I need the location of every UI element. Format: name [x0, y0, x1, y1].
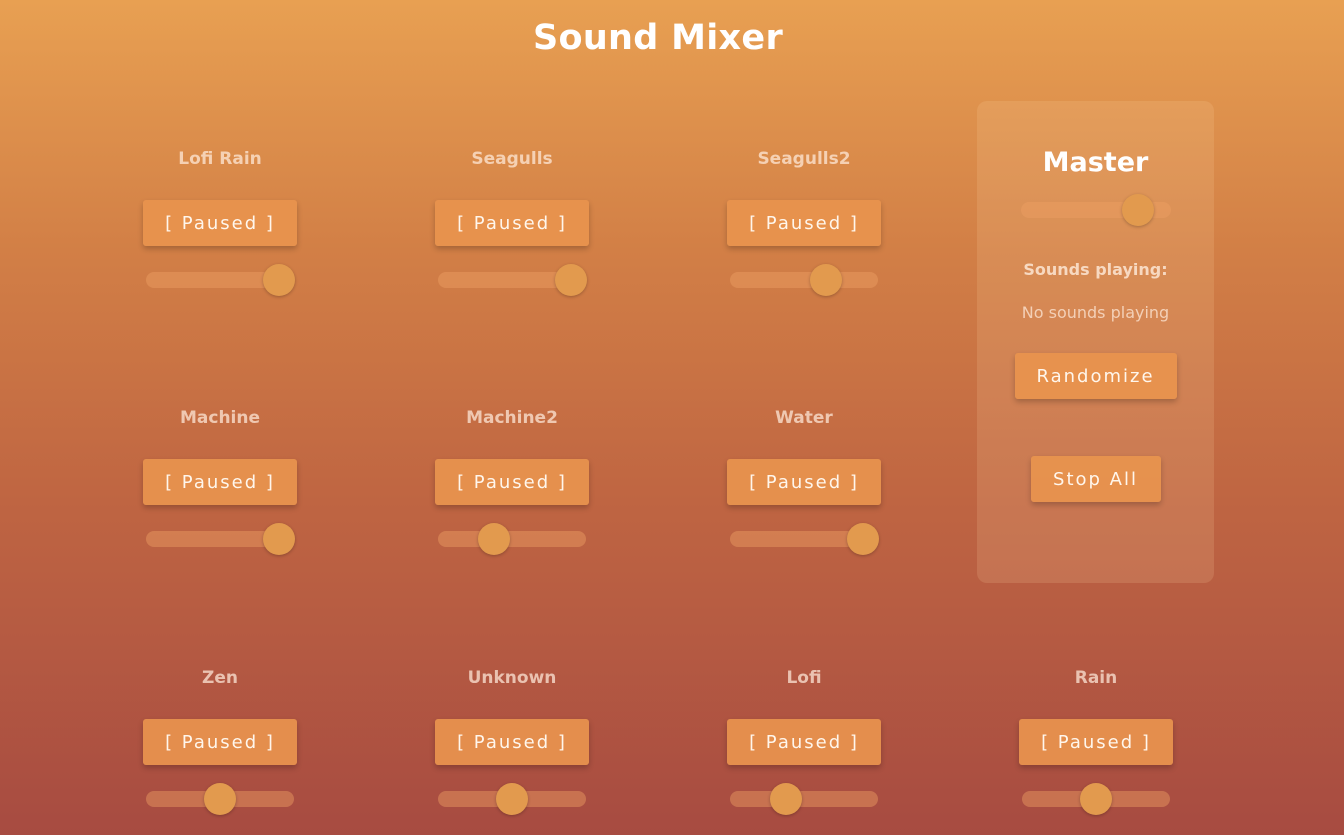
channel-label: Seagulls2	[757, 149, 851, 169]
play-toggle-button[interactable]: [ Paused ]	[143, 719, 297, 765]
page-title: Sound Mixer	[532, 18, 784, 58]
slider-thumb[interactable]	[478, 523, 511, 555]
channel-seagulls2: Seagulls2 [ Paused ]	[689, 148, 919, 296]
volume-slider[interactable]	[438, 783, 586, 815]
play-toggle-button[interactable]: [ Paused ]	[727, 719, 881, 765]
slider-thumb[interactable]	[263, 264, 296, 296]
volume-slider[interactable]	[438, 264, 588, 296]
randomize-button[interactable]: Randomize	[1014, 353, 1177, 399]
volume-slider[interactable]	[146, 264, 296, 296]
play-toggle-button[interactable]: [ Paused ]	[727, 459, 881, 505]
slider-thumb[interactable]	[810, 264, 843, 296]
channel-machine2: Machine2 [ Paused ]	[397, 407, 627, 555]
play-toggle-button[interactable]: [ Paused ]	[435, 719, 589, 765]
slider-thumb[interactable]	[263, 523, 296, 555]
channel-label: Lofi Rain	[178, 149, 262, 169]
play-toggle-button[interactable]: [ Paused ]	[1019, 719, 1173, 765]
volume-slider[interactable]	[730, 783, 878, 815]
slider-thumb[interactable]	[555, 264, 588, 296]
sounds-playing-value: No sounds playing	[1021, 303, 1170, 322]
volume-slider[interactable]	[730, 264, 878, 296]
channel-machine: Machine [ Paused ]	[105, 407, 335, 555]
slider-thumb[interactable]	[1121, 194, 1154, 226]
channel-zen: Zen [ Paused ]	[105, 667, 335, 815]
volume-slider[interactable]	[438, 523, 586, 555]
volume-slider[interactable]	[146, 783, 294, 815]
volume-slider[interactable]	[1022, 783, 1170, 815]
channel-label: Zen	[202, 668, 238, 688]
channel-rain: Rain [ Paused ]	[981, 667, 1211, 815]
channel-lofi-rain: Lofi Rain [ Paused ]	[105, 148, 335, 296]
master-panel: Master Sounds playing: No sounds playing…	[977, 101, 1214, 583]
slider-thumb[interactable]	[204, 783, 236, 815]
channel-label: Machine2	[466, 408, 558, 428]
play-toggle-button[interactable]: [ Paused ]	[143, 200, 297, 246]
volume-slider[interactable]	[730, 523, 880, 555]
channel-seagulls: Seagulls [ Paused ]	[397, 148, 627, 296]
play-toggle-button[interactable]: [ Paused ]	[435, 459, 589, 505]
channel-unknown: Unknown [ Paused ]	[397, 667, 627, 815]
channel-label: Lofi	[786, 668, 822, 688]
sounds-playing-label: Sounds playing:	[1023, 260, 1168, 279]
play-toggle-button[interactable]: [ Paused ]	[435, 200, 589, 246]
volume-slider[interactable]	[146, 523, 296, 555]
play-toggle-button[interactable]: [ Paused ]	[143, 459, 297, 505]
stop-all-button[interactable]: Stop All	[1030, 456, 1161, 502]
channel-label: Seagulls	[471, 149, 553, 169]
slider-thumb[interactable]	[496, 783, 528, 815]
channel-label: Unknown	[467, 668, 557, 688]
slider-thumb[interactable]	[770, 783, 803, 815]
channel-label: Water	[775, 408, 833, 428]
channel-label: Machine	[179, 408, 261, 428]
channel-lofi: Lofi [ Paused ]	[689, 667, 919, 815]
master-volume-slider[interactable]	[1020, 194, 1171, 226]
play-toggle-button[interactable]: [ Paused ]	[727, 200, 881, 246]
slider-thumb[interactable]	[847, 523, 880, 555]
channel-label: Rain	[1074, 668, 1118, 688]
channel-water: Water [ Paused ]	[689, 407, 919, 555]
slider-thumb[interactable]	[1080, 783, 1112, 815]
master-title: Master	[1042, 147, 1149, 178]
